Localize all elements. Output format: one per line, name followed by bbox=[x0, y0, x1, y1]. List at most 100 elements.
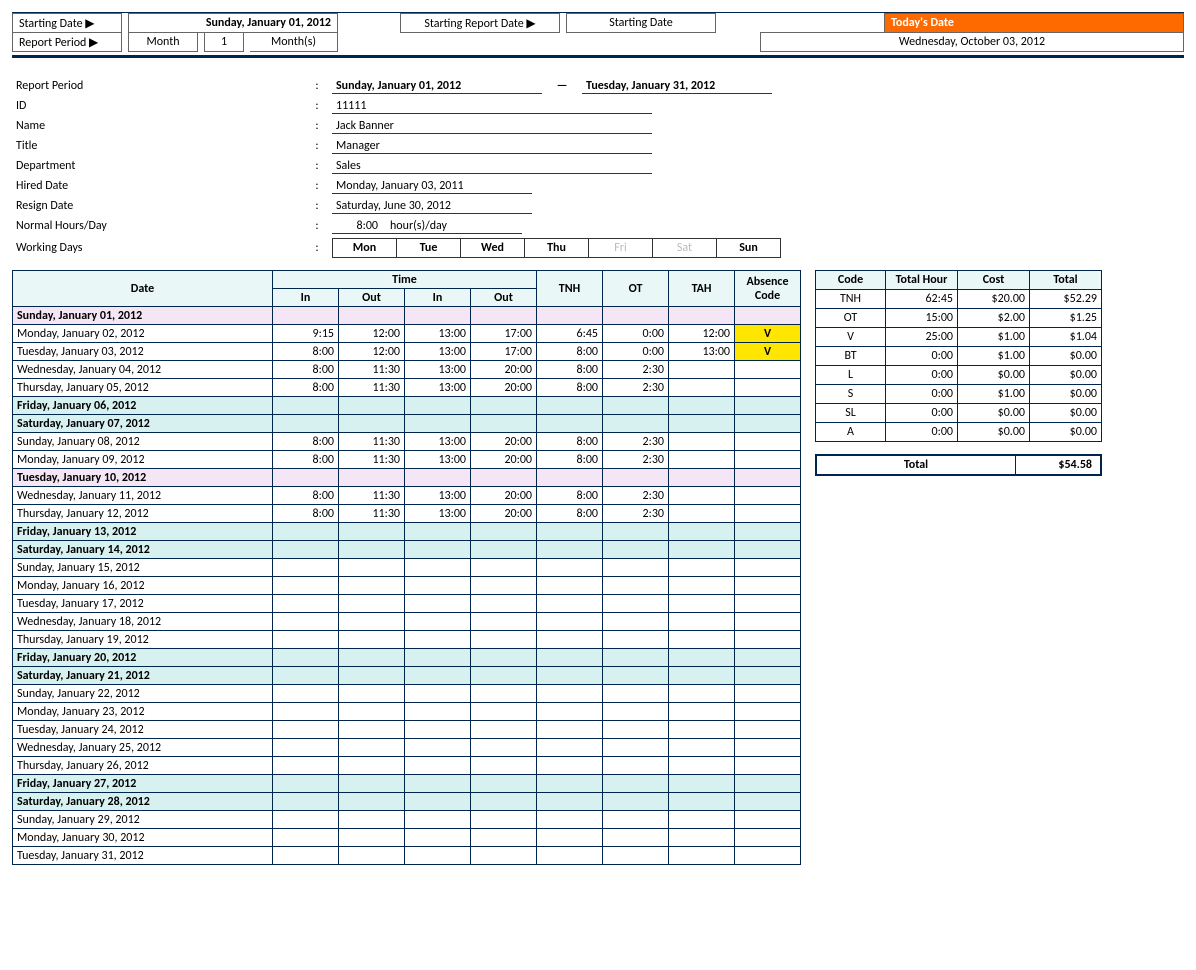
cell-ot[interactable]: 0:00 bbox=[603, 325, 669, 343]
timesheet-row[interactable]: Tuesday, January 24, 2012 bbox=[13, 721, 801, 739]
timesheet-row[interactable]: Sunday, January 08, 20128:0011:3013:0020… bbox=[13, 433, 801, 451]
cell-date[interactable]: Tuesday, January 03, 2012 bbox=[13, 343, 273, 361]
cell-out1[interactable] bbox=[339, 667, 405, 685]
cell-code[interactable] bbox=[735, 667, 801, 685]
cell-in2[interactable]: 13:00 bbox=[405, 325, 471, 343]
cell-in1[interactable] bbox=[273, 469, 339, 487]
day-box-sun[interactable]: Sun bbox=[716, 238, 781, 258]
cell-tnh[interactable] bbox=[537, 721, 603, 739]
cell-code[interactable] bbox=[735, 523, 801, 541]
cell-ot[interactable] bbox=[603, 559, 669, 577]
cell-tnh[interactable]: 8:00 bbox=[537, 505, 603, 523]
cell-tah[interactable] bbox=[669, 793, 735, 811]
cell-tnh[interactable] bbox=[537, 703, 603, 721]
cell-in2[interactable] bbox=[405, 559, 471, 577]
cell-tah[interactable] bbox=[669, 775, 735, 793]
cell-tnh[interactable]: 8:00 bbox=[537, 487, 603, 505]
cell-code[interactable] bbox=[735, 613, 801, 631]
cell-code[interactable] bbox=[735, 415, 801, 433]
cell-in2[interactable]: 13:00 bbox=[405, 343, 471, 361]
cell-ot[interactable]: 2:30 bbox=[603, 433, 669, 451]
cell-ot[interactable] bbox=[603, 631, 669, 649]
cell-date[interactable]: Tuesday, January 10, 2012 bbox=[13, 469, 273, 487]
cell-out2[interactable] bbox=[471, 397, 537, 415]
cell-code[interactable] bbox=[735, 451, 801, 469]
cell-tah[interactable] bbox=[669, 685, 735, 703]
report-period-qty[interactable]: 1 bbox=[204, 32, 244, 52]
cell-out1[interactable] bbox=[339, 757, 405, 775]
timesheet-row[interactable]: Tuesday, January 03, 20128:0012:0013:001… bbox=[13, 343, 801, 361]
cell-in1[interactable]: 8:00 bbox=[273, 433, 339, 451]
cell-out2[interactable]: 20:00 bbox=[471, 361, 537, 379]
cell-out1[interactable] bbox=[339, 595, 405, 613]
cell-out2[interactable] bbox=[471, 775, 537, 793]
cell-in2[interactable] bbox=[405, 307, 471, 325]
cell-date[interactable]: Monday, January 09, 2012 bbox=[13, 451, 273, 469]
cell-tnh[interactable] bbox=[537, 397, 603, 415]
timesheet-row[interactable]: Sunday, January 29, 2012 bbox=[13, 811, 801, 829]
cell-code[interactable] bbox=[735, 361, 801, 379]
cell-out2[interactable] bbox=[471, 631, 537, 649]
timesheet-row[interactable]: Saturday, January 14, 2012 bbox=[13, 541, 801, 559]
cell-tah[interactable] bbox=[669, 613, 735, 631]
cell-out2[interactable] bbox=[471, 829, 537, 847]
timesheet-row[interactable]: Saturday, January 28, 2012 bbox=[13, 793, 801, 811]
cell-date[interactable]: Saturday, January 14, 2012 bbox=[13, 541, 273, 559]
cell-tnh[interactable] bbox=[537, 667, 603, 685]
cell-ot[interactable] bbox=[603, 775, 669, 793]
cell-in2[interactable] bbox=[405, 739, 471, 757]
cell-out1[interactable] bbox=[339, 541, 405, 559]
cell-out2[interactable] bbox=[471, 667, 537, 685]
timesheet-row[interactable]: Friday, January 27, 2012 bbox=[13, 775, 801, 793]
timesheet-row[interactable]: Monday, January 16, 2012 bbox=[13, 577, 801, 595]
cell-ot[interactable]: 2:30 bbox=[603, 361, 669, 379]
cell-tnh[interactable]: 8:00 bbox=[537, 361, 603, 379]
timesheet-row[interactable]: Tuesday, January 10, 2012 bbox=[13, 469, 801, 487]
cell-in1[interactable]: 8:00 bbox=[273, 451, 339, 469]
cell-code[interactable] bbox=[735, 433, 801, 451]
cell-in2[interactable] bbox=[405, 793, 471, 811]
cell-tnh[interactable]: 8:00 bbox=[537, 433, 603, 451]
timesheet-row[interactable]: Tuesday, January 31, 2012 bbox=[13, 847, 801, 865]
cell-out2[interactable]: 20:00 bbox=[471, 379, 537, 397]
cell-in2[interactable] bbox=[405, 631, 471, 649]
cell-in2[interactable] bbox=[405, 667, 471, 685]
cell-date[interactable]: Thursday, January 19, 2012 bbox=[13, 631, 273, 649]
cell-in2[interactable] bbox=[405, 811, 471, 829]
cell-in2[interactable] bbox=[405, 541, 471, 559]
cell-tnh[interactable] bbox=[537, 793, 603, 811]
cell-in1[interactable] bbox=[273, 631, 339, 649]
cell-date[interactable]: Thursday, January 26, 2012 bbox=[13, 757, 273, 775]
cell-ot[interactable] bbox=[603, 847, 669, 865]
cell-out1[interactable] bbox=[339, 523, 405, 541]
cell-ot[interactable] bbox=[603, 577, 669, 595]
cell-in1[interactable] bbox=[273, 667, 339, 685]
cell-code[interactable] bbox=[735, 739, 801, 757]
cell-ot[interactable] bbox=[603, 793, 669, 811]
cell-in1[interactable] bbox=[273, 739, 339, 757]
cell-date[interactable]: Saturday, January 07, 2012 bbox=[13, 415, 273, 433]
cell-ot[interactable] bbox=[603, 397, 669, 415]
cell-tnh[interactable] bbox=[537, 541, 603, 559]
cell-out1[interactable] bbox=[339, 397, 405, 415]
cell-in1[interactable]: 8:00 bbox=[273, 487, 339, 505]
cell-code[interactable] bbox=[735, 559, 801, 577]
cell-in2[interactable]: 13:00 bbox=[405, 379, 471, 397]
cell-ot[interactable] bbox=[603, 649, 669, 667]
cell-out1[interactable] bbox=[339, 415, 405, 433]
cell-in1[interactable]: 8:00 bbox=[273, 361, 339, 379]
cell-ot[interactable]: 0:00 bbox=[603, 343, 669, 361]
cell-tah[interactable] bbox=[669, 739, 735, 757]
cell-out1[interactable] bbox=[339, 649, 405, 667]
cell-out2[interactable]: 20:00 bbox=[471, 451, 537, 469]
cell-out2[interactable] bbox=[471, 577, 537, 595]
cell-out2[interactable] bbox=[471, 469, 537, 487]
cell-out2[interactable] bbox=[471, 847, 537, 865]
day-box-wed[interactable]: Wed bbox=[460, 238, 525, 258]
cell-out1[interactable] bbox=[339, 703, 405, 721]
timesheet-row[interactable]: Sunday, January 15, 2012 bbox=[13, 559, 801, 577]
cell-in2[interactable]: 13:00 bbox=[405, 433, 471, 451]
cell-in1[interactable] bbox=[273, 721, 339, 739]
timesheet-row[interactable]: Sunday, January 22, 2012 bbox=[13, 685, 801, 703]
cell-in2[interactable] bbox=[405, 703, 471, 721]
